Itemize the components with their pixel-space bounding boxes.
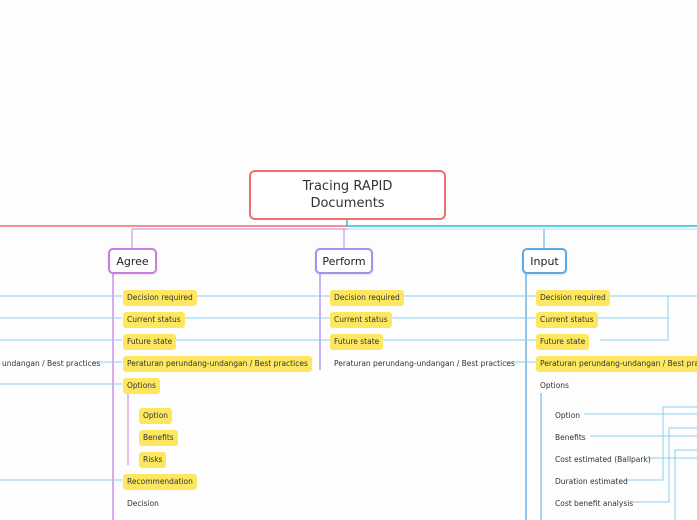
root-node[interactable]: Tracing RAPID Documents: [249, 170, 446, 220]
left-partial-leaf[interactable]: undangan / Best practices: [0, 356, 104, 372]
input-item[interactable]: Current status: [536, 312, 598, 328]
input-option-child[interactable]: Cost estimated (Ballpark): [551, 452, 655, 468]
branch-perform[interactable]: Perform: [315, 248, 373, 274]
input-item[interactable]: Decision required: [536, 290, 610, 306]
agree-item[interactable]: Recommendation: [123, 474, 197, 490]
input-item[interactable]: Options: [536, 378, 573, 394]
perform-item[interactable]: Current status: [330, 312, 392, 328]
agree-item[interactable]: Decision required: [123, 290, 197, 306]
agree-option-child[interactable]: Option: [139, 408, 173, 424]
branch-perform-label: Perform: [322, 254, 366, 268]
branch-input[interactable]: Input: [522, 248, 567, 274]
agree-item[interactable]: Options: [123, 378, 160, 394]
branch-agree-label: Agree: [116, 254, 149, 268]
agree-item[interactable]: Peraturan perundang-undangan / Best prac…: [123, 356, 312, 372]
agree-item[interactable]: Future state: [123, 334, 177, 350]
perform-item[interactable]: Peraturan perundang-undangan / Best prac…: [330, 356, 519, 372]
input-option-child[interactable]: Option: [551, 408, 584, 424]
root-title-line1: Tracing RAPID: [302, 179, 393, 194]
input-option-child[interactable]: Cost benefit analysis: [551, 496, 637, 512]
agree-item[interactable]: Current status: [123, 312, 185, 328]
perform-item[interactable]: Decision required: [330, 290, 404, 306]
root-title-line2: Documents: [310, 196, 385, 211]
input-option-child[interactable]: Duration estimated: [551, 474, 632, 490]
input-item[interactable]: Future state: [536, 334, 590, 350]
branch-input-label: Input: [530, 254, 559, 268]
branch-agree[interactable]: Agree: [108, 248, 157, 274]
perform-item[interactable]: Future state: [330, 334, 384, 350]
agree-item[interactable]: Decision: [123, 496, 163, 512]
agree-option-child[interactable]: Risks: [139, 452, 167, 468]
input-item[interactable]: Peraturan perundang-undangan / Best prac…: [536, 356, 697, 372]
agree-option-child[interactable]: Benefits: [139, 430, 178, 446]
input-option-child[interactable]: Benefits: [551, 430, 590, 446]
